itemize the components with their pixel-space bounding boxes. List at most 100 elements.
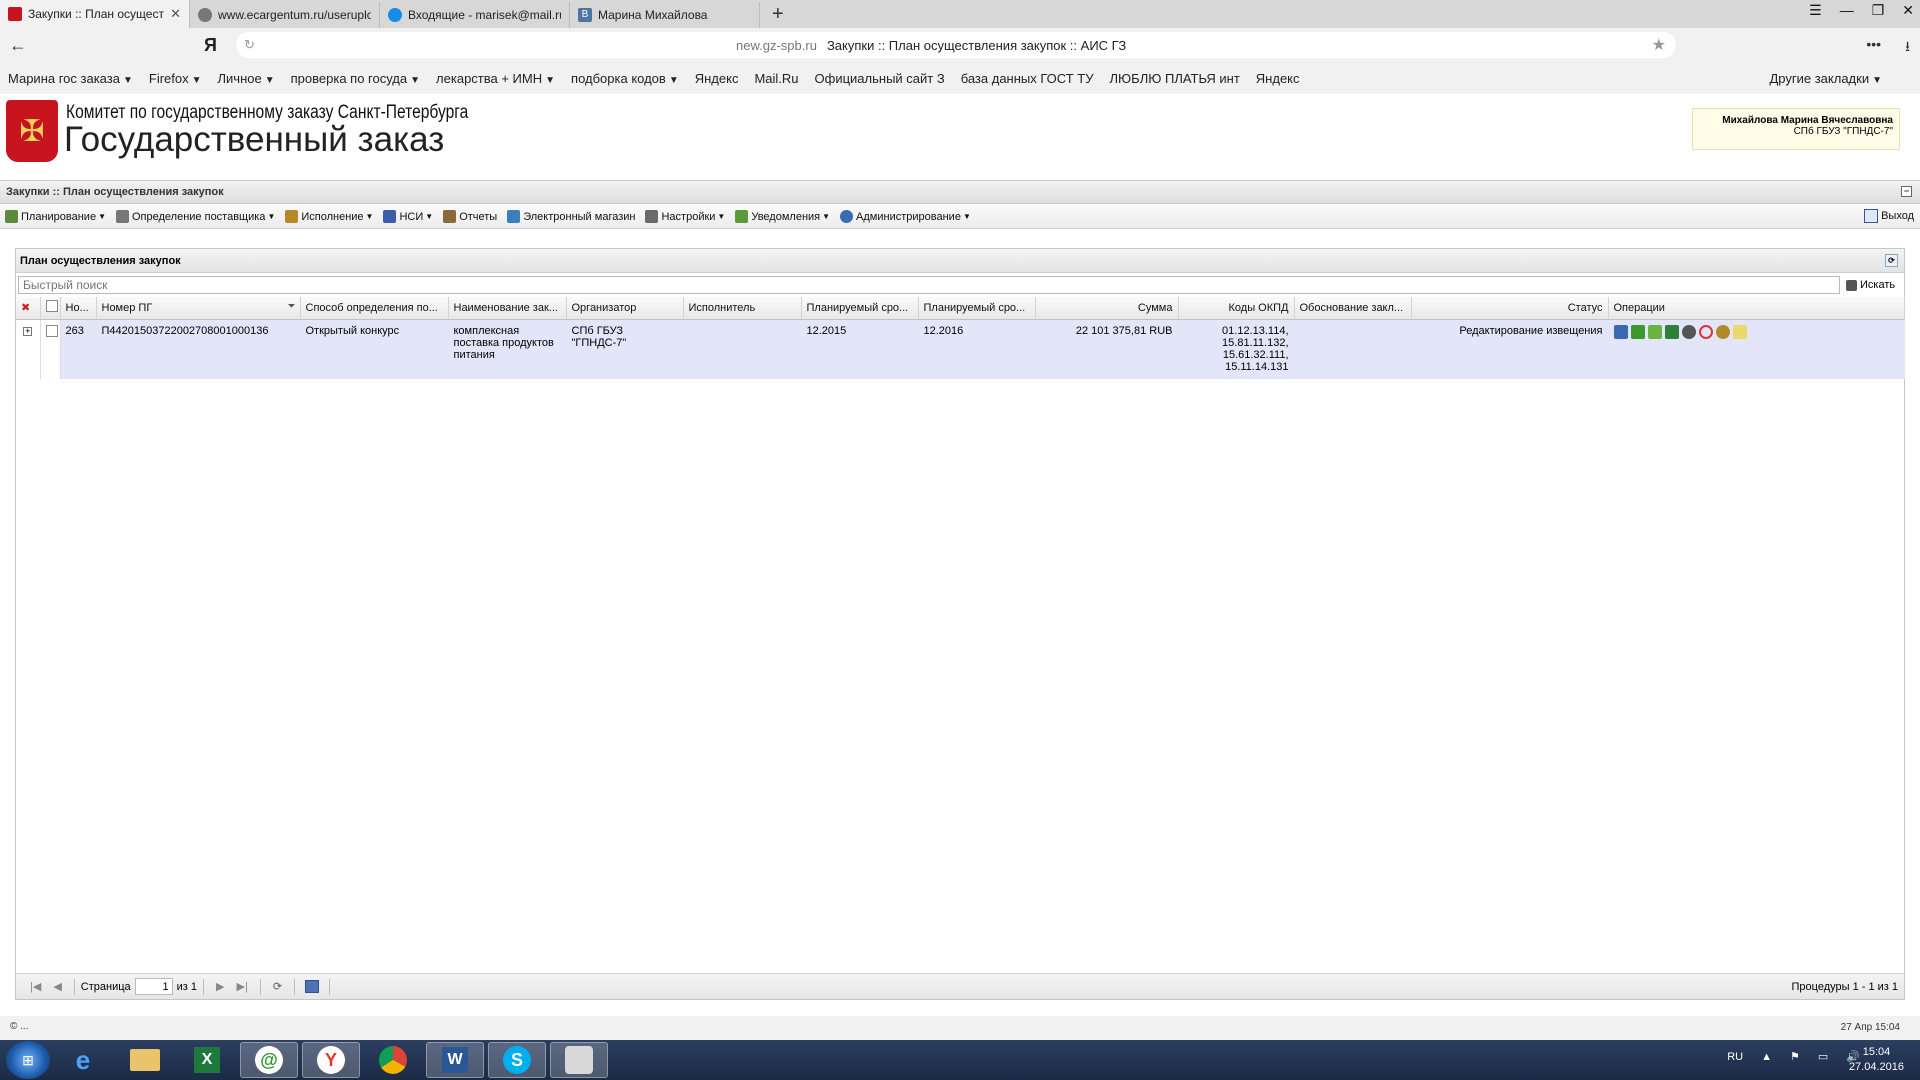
bookmark-folder[interactable]: Личное ▼ <box>210 71 283 86</box>
url-display[interactable]: new.gz-spb.ru Закупки :: План осуществлен… <box>736 38 1126 53</box>
col-justification[interactable]: Обоснование закл... <box>1294 297 1412 320</box>
select-all-checkbox[interactable] <box>45 300 58 313</box>
menu-notifications[interactable]: Уведомления ▼ <box>730 210 835 223</box>
bookmark-star-icon[interactable]: ★ <box>1652 35 1666 55</box>
search-button[interactable]: Искать <box>1846 279 1895 291</box>
col-name[interactable]: Наименование зак... <box>448 297 567 320</box>
col-planned-2[interactable]: Планируемый сро... <box>918 297 1036 320</box>
table-row[interactable]: + 263 П44201503722002708001000136 Открыт… <box>16 319 1905 379</box>
next-page-icon[interactable]: ▶ <box>216 980 224 993</box>
action-center-flag-icon[interactable]: ⚑ <box>1790 1050 1800 1063</box>
first-page-icon[interactable]: |◀ <box>30 980 41 993</box>
dropdown-caret-icon: ▼ <box>425 212 434 221</box>
yandex-logo[interactable]: Я <box>204 35 234 56</box>
omnibox[interactable]: ↻ new.gz-spb.ru Закупки :: План осуществл… <box>236 32 1676 58</box>
bookmark-link[interactable]: Яндекс <box>687 71 747 86</box>
exit-button[interactable]: Выход <box>1864 209 1914 223</box>
col-planned-1[interactable]: Планируемый сро... <box>801 297 919 320</box>
internet-explorer-icon[interactable]: e <box>54 1042 112 1078</box>
menu-supplier[interactable]: Определение поставщика ▼ <box>111 210 280 223</box>
approve-icon[interactable] <box>1630 324 1645 339</box>
mail-agent-icon[interactable]: @ <box>240 1042 298 1078</box>
reload-icon[interactable]: ↻ <box>244 37 255 53</box>
last-page-icon[interactable]: ▶| <box>237 980 248 993</box>
edit-icon[interactable] <box>1613 324 1628 339</box>
select-all-header[interactable] <box>40 297 61 320</box>
refresh-icon[interactable] <box>1698 324 1713 339</box>
bookmark-link[interactable]: Mail.Ru <box>746 71 806 86</box>
minimize-icon[interactable]: — <box>1840 2 1854 19</box>
col-operations[interactable]: Операции <box>1608 297 1905 320</box>
clear-filter-icon[interactable]: ✖ <box>21 302 30 314</box>
tray-expand-icon[interactable]: ▲ <box>1761 1051 1772 1063</box>
more-icon[interactable]: ••• <box>1866 36 1881 60</box>
collapse-icon[interactable]: − <box>1901 186 1912 197</box>
col-organizer[interactable]: Организатор <box>566 297 684 320</box>
emblem-icon[interactable] <box>1715 324 1730 339</box>
menu-reports[interactable]: Отчеты <box>438 210 502 223</box>
col-executor[interactable]: Исполнитель <box>683 297 802 320</box>
skype-icon[interactable]: S <box>488 1042 546 1078</box>
panel-refresh-icon[interactable]: ⟳ <box>1885 254 1898 267</box>
other-bookmarks[interactable]: Другие закладки ▼ <box>1761 71 1890 86</box>
save-icon[interactable] <box>305 980 320 993</box>
quick-search-input[interactable] <box>18 276 1840 294</box>
bookmark-folder[interactable]: Firefox ▼ <box>141 71 210 86</box>
sign-icon[interactable] <box>1732 324 1747 339</box>
menu-settings[interactable]: Настройки ▼ <box>640 210 730 223</box>
menu-eshop[interactable]: Электронный магазин <box>502 210 640 223</box>
col-okpd[interactable]: Коды ОКПД <box>1178 297 1295 320</box>
network-icon[interactable]: ▭ <box>1818 1050 1828 1063</box>
browser-tab-mail[interactable]: Входящие - marisek@mail.ru <box>380 2 570 28</box>
browser-tab-ecargentum[interactable]: www.ecargentum.ru/userupload <box>190 2 380 28</box>
excel-icon[interactable]: X <box>178 1042 236 1078</box>
page-number-input[interactable] <box>134 978 173 995</box>
chart-icon[interactable] <box>1664 324 1679 339</box>
settings-icon[interactable] <box>1681 324 1696 339</box>
browser-tab-vk[interactable]: B Марина Михайлова <box>570 2 760 28</box>
bookmark-link[interactable]: база данных ГОСТ ТУ <box>953 71 1102 86</box>
filter-icon[interactable]: ⏷ <box>288 301 296 312</box>
close-window-icon[interactable]: ✕ <box>1902 2 1914 19</box>
menu-admin[interactable]: Администрирование ▼ <box>835 210 976 223</box>
bookmark-link[interactable]: Яндекс <box>1248 71 1308 86</box>
col-status[interactable]: Статус <box>1411 297 1609 320</box>
bookmark-folder[interactable]: лекарства + ИМН ▼ <box>428 71 563 86</box>
windows-start-button[interactable]: ⊞ <box>6 1041 50 1079</box>
col-no[interactable]: Но... <box>60 297 97 320</box>
close-tab-icon[interactable]: ✕ <box>170 6 181 22</box>
menu-icon[interactable]: ☰ <box>1809 2 1822 19</box>
expand-plus-icon[interactable]: + <box>23 326 33 336</box>
menu-planning[interactable]: Планирование ▼ <box>0 210 111 223</box>
clear-filter-header[interactable]: ✖ <box>16 297 41 320</box>
expand-cell[interactable]: + <box>16 319 41 379</box>
back-arrow-icon[interactable]: ← <box>0 35 36 56</box>
select-cell[interactable] <box>40 319 61 379</box>
publish-icon[interactable] <box>1647 324 1662 339</box>
browser-tab-gz[interactable]: Закупки :: План осуществления закупок ✕ <box>0 0 190 28</box>
app-avatar-icon[interactable] <box>550 1042 608 1078</box>
chrome-icon[interactable] <box>364 1042 422 1078</box>
col-number[interactable]: Номер ПГ ⏷ <box>96 297 301 320</box>
bookmark-link[interactable]: Официальный сайт З <box>807 71 953 86</box>
file-explorer-icon[interactable] <box>116 1042 174 1078</box>
yandex-browser-icon[interactable]: Y <box>302 1042 360 1078</box>
language-indicator[interactable]: RU <box>1727 1051 1743 1063</box>
row-checkbox[interactable] <box>45 324 58 337</box>
bookmark-folder[interactable]: Марина гос заказа ▼ <box>0 71 141 86</box>
bookmark-folder[interactable]: подборка кодов ▼ <box>563 71 687 86</box>
menu-nsi[interactable]: НСИ ▼ <box>378 210 438 223</box>
restore-icon[interactable]: ❐ <box>1872 2 1885 19</box>
bookmark-folder[interactable]: проверка по госуда ▼ <box>283 71 428 86</box>
word-icon[interactable]: W <box>426 1042 484 1078</box>
new-tab-button[interactable]: + <box>760 2 796 28</box>
download-icon[interactable]: ⭳ <box>1905 36 1910 60</box>
taskbar-clock[interactable]: 15:04 27.04.2016 <box>1849 1045 1904 1075</box>
col-method[interactable]: Способ определения по... <box>300 297 449 320</box>
prev-page-icon[interactable]: ◀ <box>53 980 61 993</box>
col-sum[interactable]: Сумма <box>1035 297 1179 320</box>
spb-crest-logo[interactable]: ✠ <box>6 100 58 162</box>
reload-grid-icon[interactable]: ⟳ <box>273 980 282 993</box>
menu-execution[interactable]: Исполнение ▼ <box>280 210 378 223</box>
bookmark-link[interactable]: ЛЮБЛЮ ПЛАТЬЯ инт <box>1102 71 1248 86</box>
